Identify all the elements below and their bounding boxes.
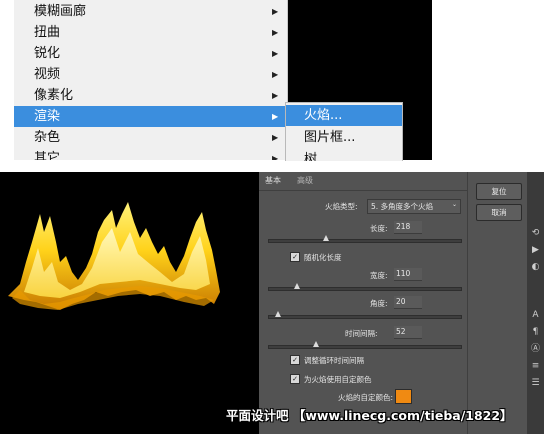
custom-color-checkbox[interactable]: ✓	[290, 374, 300, 384]
length-label: 长度:	[370, 224, 388, 233]
angle-label: 角度:	[370, 299, 388, 308]
angle-input[interactable]: 20	[394, 296, 422, 309]
submenu-arrow-icon: ▶	[272, 91, 279, 100]
interval-slider[interactable]	[268, 345, 462, 349]
adjust-loop-checkbox[interactable]: ✓	[290, 355, 300, 365]
length-slider[interactable]	[268, 239, 462, 243]
randomize-length-label: 随机化长度	[304, 253, 342, 262]
width-slider-handle[interactable]	[293, 283, 300, 289]
tab-basic[interactable]: 基本	[265, 172, 281, 190]
submenu-arrow-icon: ▶	[272, 70, 279, 79]
menu-item-video[interactable]: 视频 ▶	[14, 64, 287, 85]
watermark-text: 平面设计吧 【www.linecg.com/tieba/1822】	[226, 408, 513, 423]
chevron-down-icon: ⌄	[452, 201, 458, 208]
menu-item-pixelate[interactable]: 像素化 ▶	[14, 85, 287, 106]
submenu-arrow-icon: ▶	[272, 7, 279, 16]
menu-item-distort[interactable]: 扭曲 ▶	[14, 22, 287, 43]
tab-divider	[259, 190, 467, 191]
adjust-icon[interactable]: ◐	[530, 262, 541, 273]
adjust-loop-label: 调整循环时间间隔	[304, 356, 364, 365]
glyph-icon[interactable]: Ⓐ	[530, 344, 541, 355]
flame-color-swatch[interactable]	[395, 389, 412, 404]
flame-image	[8, 202, 220, 310]
rotate-icon[interactable]: ⟲	[530, 228, 541, 239]
submenu-item-tree[interactable]: 树	[286, 149, 402, 161]
play-icon[interactable]: ▶	[530, 245, 541, 256]
menu-item-other[interactable]: 其它 ▶	[14, 148, 287, 160]
width-label: 宽度:	[370, 271, 388, 280]
flame-type-label: 火焰类型:	[325, 202, 358, 211]
interval-label: 时间间隔:	[345, 329, 378, 338]
submenu-item-picture-frame[interactable]: 图片框...	[286, 127, 402, 148]
menu-item-noise[interactable]: 杂色 ▶	[14, 127, 287, 148]
color-swatch-label: 火焰的自定颜色:	[338, 393, 394, 402]
flame-type-select[interactable]: 5. 多角度多个火焰 ⌄	[367, 199, 461, 214]
angle-slider[interactable]	[268, 315, 462, 319]
submenu-arrow-icon: ▶	[272, 154, 279, 160]
tab-advanced[interactable]: 高级	[297, 172, 313, 190]
length-input[interactable]: 218	[394, 221, 422, 234]
submenu-arrow-icon: ▶	[272, 133, 279, 142]
side-panel-strip: ⟲ ▶ ◐ A ¶ Ⓐ ≡ ☰	[527, 172, 544, 434]
menu-item-render[interactable]: 渲染 ▶	[14, 106, 287, 127]
custom-color-label: 为火焰使用自定颜色	[304, 375, 372, 384]
layers-icon[interactable]: ≡	[530, 361, 541, 372]
dialog-button-column: 复位 取消	[467, 172, 528, 434]
width-input[interactable]: 110	[394, 268, 422, 281]
interval-input[interactable]: 52	[394, 326, 422, 339]
submenu-arrow-icon: ▶	[272, 28, 279, 37]
menu-item-sharpen[interactable]: 锐化 ▶	[14, 43, 287, 64]
interval-slider-handle[interactable]	[313, 341, 319, 347]
submenu-item-flame[interactable]: 火焰...	[286, 105, 402, 126]
cancel-button[interactable]: 取消	[476, 204, 522, 221]
submenu-arrow-icon: ▶	[272, 49, 279, 58]
text-icon[interactable]: A	[530, 310, 541, 321]
randomize-length-checkbox[interactable]: ✓	[290, 252, 300, 262]
submenu-arrow-icon: ▶	[272, 112, 279, 121]
paragraph-icon[interactable]: ¶	[530, 327, 541, 338]
flame-preview	[0, 172, 259, 434]
filter-menu: 模糊画廊 ▶ 扭曲 ▶ 锐化 ▶ 视频 ▶ 像素化 ▶ 渲染 ▶ 杂色 ▶ 其它…	[14, 0, 288, 160]
menu-item-blur-gallery[interactable]: 模糊画廊 ▶	[14, 1, 287, 22]
length-slider-handle[interactable]	[322, 235, 329, 241]
angle-slider-handle[interactable]	[274, 311, 281, 317]
properties-icon[interactable]: ☰	[530, 378, 541, 389]
render-submenu: 火焰... 图片框... 树	[285, 102, 403, 161]
flame-dialog-panel: 基本 高级 火焰类型: 5. 多角度多个火焰 ⌄ 长度: 218 ✓ 随机化长度…	[259, 172, 467, 434]
reset-button[interactable]: 复位	[476, 183, 522, 200]
